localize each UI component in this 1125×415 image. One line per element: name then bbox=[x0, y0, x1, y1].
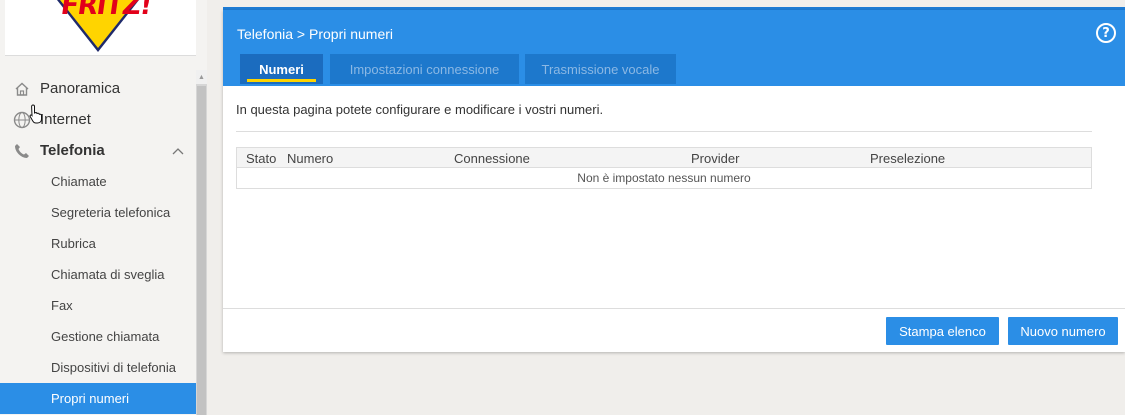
sidebar-subitem-fax[interactable]: Fax bbox=[0, 290, 196, 321]
sidebar-scrollbar[interactable]: ▲ bbox=[196, 70, 207, 415]
hand-cursor-icon bbox=[29, 104, 42, 124]
help-icon[interactable]: ? bbox=[1096, 23, 1116, 43]
sidebar-subitem-segreteria[interactable]: Segreteria telefonica bbox=[0, 197, 196, 228]
scrollbar-thumb[interactable] bbox=[197, 86, 206, 415]
sidebar-subitem-rubrica[interactable]: Rubrica bbox=[0, 228, 196, 259]
sidebar-nav: Panoramica Internet Telefonia Chiamate S… bbox=[0, 73, 196, 414]
logo-text: FRITZ! bbox=[58, 0, 154, 21]
page-description: In questa pagina potete configurare e mo… bbox=[236, 102, 604, 117]
sidebar-subitem-sveglia[interactable]: Chiamata di sveglia bbox=[0, 259, 196, 290]
numbers-table: Stato Numero Connessione Provider Presel… bbox=[236, 147, 1092, 189]
sidebar-subitem-dispositivi[interactable]: Dispositivi di telefonia bbox=[0, 352, 196, 383]
tab-trasmissione-vocale[interactable]: Trasmissione vocale bbox=[525, 54, 676, 84]
tab-impostazioni-connessione[interactable]: Impostazioni connessione bbox=[330, 54, 519, 84]
new-number-button[interactable]: Nuovo numero bbox=[1008, 317, 1118, 345]
sidebar-subitem-gestione-chiamata[interactable]: Gestione chiamata bbox=[0, 321, 196, 352]
print-list-button[interactable]: Stampa elenco bbox=[886, 317, 999, 345]
column-header-provider[interactable]: Provider bbox=[691, 151, 739, 166]
table-empty-message: Non è impostato nessun numero bbox=[577, 171, 751, 185]
sidebar-subitem-chiamate[interactable]: Chiamate bbox=[0, 166, 196, 197]
sidebar-item-label: Telefonia bbox=[40, 142, 105, 159]
breadcrumb: Telefonia > Propri numeri bbox=[237, 26, 394, 42]
fritz-logo[interactable]: FRITZ! bbox=[5, 0, 196, 56]
column-header-connessione[interactable]: Connessione bbox=[454, 151, 530, 166]
sidebar-item-label: Panoramica bbox=[40, 80, 121, 97]
sidebar-item-label: Internet bbox=[40, 111, 91, 128]
phone-icon bbox=[12, 141, 32, 161]
chevron-up-icon[interactable] bbox=[172, 144, 184, 158]
table-header: Stato Numero Connessione Provider Presel… bbox=[237, 148, 1091, 168]
content-panel: Telefonia > Propri numeri ? Numeri Impos… bbox=[223, 10, 1125, 352]
panel-header: Telefonia > Propri numeri ? Numeri Impos… bbox=[223, 10, 1125, 86]
divider bbox=[236, 131, 1092, 132]
scroll-up-arrow-icon[interactable]: ▲ bbox=[196, 70, 207, 84]
sidebar-item-telefonia[interactable]: Telefonia bbox=[0, 135, 196, 166]
sidebar-subitem-propri-numeri[interactable]: Propri numeri bbox=[0, 383, 196, 414]
column-header-numero[interactable]: Numero bbox=[287, 151, 333, 166]
column-header-stato[interactable]: Stato bbox=[246, 151, 276, 166]
sidebar-item-panoramica[interactable]: Panoramica bbox=[0, 73, 196, 104]
home-icon bbox=[12, 79, 32, 99]
divider bbox=[223, 308, 1125, 309]
column-header-preselezione[interactable]: Preselezione bbox=[870, 151, 945, 166]
tab-numeri[interactable]: Numeri bbox=[240, 54, 323, 84]
sidebar: FRITZ! Panoramica Internet Telefonia Chi… bbox=[0, 0, 207, 415]
